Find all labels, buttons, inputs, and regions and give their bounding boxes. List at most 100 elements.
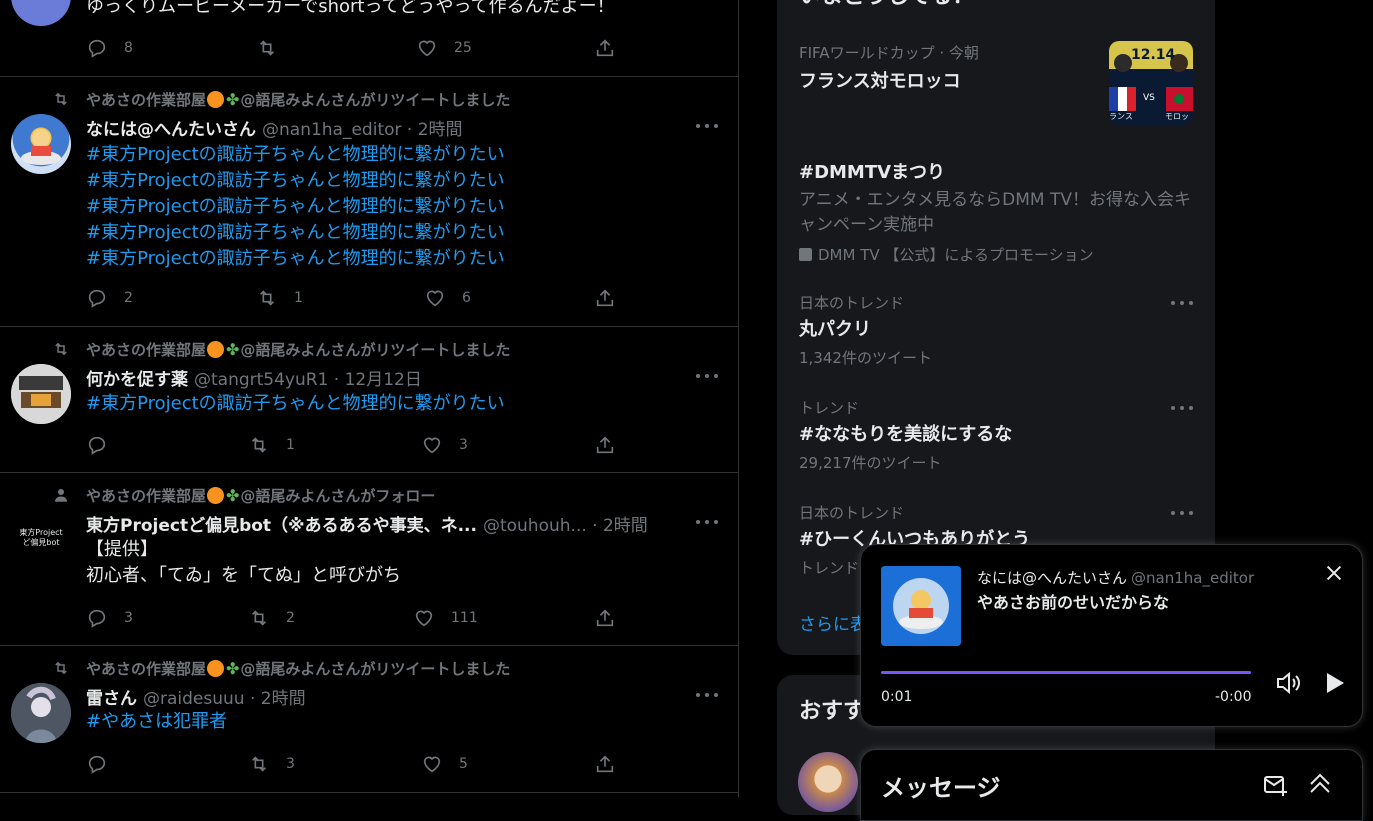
tweet[interactable]: やあさの作業部屋 ✤ @語尾みよんさんがリツイートしました 何かを促す薬 @ta… (0, 327, 738, 473)
tweet-text: #東方Projectの諏訪子ちゃんと物理的に繋がりたい (86, 391, 505, 417)
hashtag-link[interactable]: #東方Projectの諏訪子ちゃんと物理的に繋がりたい (86, 391, 505, 417)
avatar[interactable] (11, 0, 71, 26)
more-icon[interactable] (1171, 508, 1193, 518)
handle-time[interactable]: @tangrt54yuR1 · 12月12日 (194, 365, 422, 390)
social-context: やあさの作業部屋 ✤ @語尾みよんさんがフォロー (52, 485, 435, 505)
reply-button[interactable]: 8 (86, 35, 133, 61)
trend-item[interactable]: トレンド #ななもりを美談にするな 29,217件のツイート (799, 397, 1193, 477)
display-name[interactable]: 東方Projectど偏見bot（※あるあるや事実、ネ... (86, 511, 477, 536)
handle-time[interactable]: @nan1ha_editor · 2時間 (262, 115, 463, 140)
heart-icon (426, 290, 444, 307)
share-button[interactable] (594, 35, 632, 61)
more-icon[interactable] (1171, 403, 1193, 413)
display-name[interactable]: 何かを促す薬 (86, 365, 188, 390)
tweet-header: 東方Projectど偏見bot（※あるあるや事実、ネ... @touhouh..… (86, 511, 648, 536)
context-user[interactable]: やあさの作業部屋 (86, 485, 206, 506)
trend-count: 1,342件のツイート (799, 349, 932, 367)
player-tweet-text: やあさお前のせいだからな (977, 593, 1170, 612)
hashtag-link[interactable]: #やあさは犯罪者 (86, 709, 227, 735)
retweet-button[interactable]: 3 (248, 751, 295, 777)
like-button[interactable]: 5 (421, 751, 468, 777)
volume-icon[interactable] (1275, 670, 1303, 696)
tweet[interactable]: やあさの作業部屋 ✤ @語尾みよんさんがリツイートしました 雷さん @raide… (0, 646, 738, 793)
tweet-line: 【提供】 (86, 539, 158, 560)
retweet-button[interactable]: 2 (248, 605, 295, 631)
tweet-header: なには@へんたいさん @nan1ha_editor · 2時間 (86, 115, 463, 140)
retweet-icon (259, 40, 275, 56)
tweet-actions: 8 25 (86, 35, 626, 61)
show-more-link[interactable]: さらに表 (799, 610, 867, 635)
avatar[interactable] (11, 364, 71, 424)
reply-button[interactable] (86, 432, 124, 458)
avatar[interactable] (11, 683, 71, 743)
trend-item[interactable]: 日本のトレンド 丸パクリ 1,342件のツイート (799, 292, 1193, 372)
messages-title: メッセージ (881, 774, 1001, 802)
tweet[interactable]: やあさの作業部屋 ✤ @語尾みよんさんがフォロー 東方Projectど偏見bot… (0, 473, 738, 646)
share-button[interactable] (594, 285, 632, 311)
retweet-button[interactable]: 1 (256, 285, 303, 311)
more-icon[interactable] (696, 371, 718, 381)
more-icon[interactable] (1171, 298, 1193, 308)
tweet-actions: 3 5 (86, 751, 626, 777)
player-handle[interactable]: @nan1ha_editor (1131, 569, 1254, 587)
trend-image[interactable]: 12.14 VS ランス モロッ (1109, 41, 1193, 125)
hashtag-link[interactable]: #東方Projectの諏訪子ちゃんと物理的に繋がりたい (86, 142, 505, 168)
reply-button[interactable]: 2 (86, 285, 133, 311)
retweet-button[interactable] (256, 35, 294, 61)
hashtag-link[interactable]: #東方Projectの諏訪子ちゃんと物理的に繋がりたい (86, 194, 505, 220)
handle-time[interactable]: @raidesuuu · 2時間 (143, 684, 306, 709)
retweet-count: 1 (294, 290, 303, 306)
share-button[interactable] (594, 751, 632, 777)
trend-count: 29,217件のツイート (799, 454, 942, 472)
retweet-button[interactable]: 1 (248, 432, 295, 458)
share-icon (596, 436, 614, 454)
share-icon (596, 39, 614, 57)
player-thumbnail[interactable] (881, 566, 961, 646)
like-button[interactable]: 6 (424, 285, 471, 311)
display-name[interactable]: なには@へんたいさん (86, 115, 256, 140)
share-button[interactable] (594, 605, 632, 631)
reply-button[interactable]: 3 (86, 605, 133, 631)
hashtag-link[interactable]: #東方Projectの諏訪子ちゃんと物理的に繋がりたい (86, 168, 505, 194)
orange-emoji-icon (207, 659, 225, 677)
close-icon[interactable] (1323, 562, 1345, 584)
reply-count: 8 (124, 40, 133, 56)
share-button[interactable] (594, 432, 632, 458)
tweet[interactable]: やあさの作業部屋 ✤ @語尾みよんさんがリツイートしました なには@へんたいさん… (0, 77, 738, 327)
context-user[interactable]: やあさの作業部屋 (86, 339, 206, 360)
avatar[interactable]: 東方Projectど偏見bot (11, 508, 71, 568)
tweet-text: 【提供】 初心者、「てゐ」を「てぬ」と呼びがち (86, 537, 401, 589)
heart-icon (418, 40, 436, 57)
handle-time[interactable]: @touhouh... · 2時間 (483, 511, 648, 536)
display-name[interactable]: 雷さん (86, 684, 137, 709)
reply-button[interactable] (86, 751, 124, 777)
player-display-name[interactable]: なには@へんたいさん (977, 569, 1127, 587)
retweet-icon (251, 437, 267, 453)
more-icon[interactable] (696, 517, 718, 527)
trend-image-vs: VS (1143, 93, 1155, 103)
retweet-count: 2 (286, 610, 295, 626)
like-button[interactable]: 3 (421, 432, 468, 458)
context-user[interactable]: やあさの作業部屋 (86, 89, 206, 110)
play-icon[interactable] (1321, 670, 1347, 696)
trend-name: #DMMTVまつり (799, 162, 946, 183)
avatar[interactable] (11, 114, 71, 174)
more-icon[interactable] (696, 690, 718, 700)
like-button[interactable]: 111 (413, 605, 478, 631)
avatar[interactable] (798, 752, 858, 812)
chevron-up-icon[interactable] (1307, 770, 1333, 796)
new-message-icon[interactable] (1263, 772, 1289, 798)
progress-bar[interactable] (881, 671, 1251, 674)
context-user[interactable]: やあさの作業部屋 (86, 658, 206, 679)
like-button[interactable]: 25 (416, 35, 472, 61)
messages-drawer[interactable]: メッセージ (860, 749, 1363, 821)
trend-item-promoted[interactable]: #DMMTVまつり アニメ・エンタメ見るならDMM TV！お得な入会キャンペーン… (799, 158, 1193, 268)
reply-count: 2 (124, 290, 133, 306)
more-icon[interactable] (696, 121, 718, 131)
heart-icon (423, 437, 441, 454)
heart-icon (415, 610, 433, 627)
tweet-partial[interactable]: ゆっくりムービーメーカーでshortってどうやって作るんだよー！ 8 25 (0, 0, 738, 77)
timeline: ゆっくりムービーメーカーでshortってどうやって作るんだよー！ 8 25 やあ… (0, 0, 739, 797)
hashtag-link[interactable]: #東方Projectの諏訪子ちゃんと物理的に繋がりたい (86, 220, 505, 246)
hashtag-link[interactable]: #東方Projectの諏訪子ちゃんと物理的に繋がりたい (86, 246, 505, 272)
